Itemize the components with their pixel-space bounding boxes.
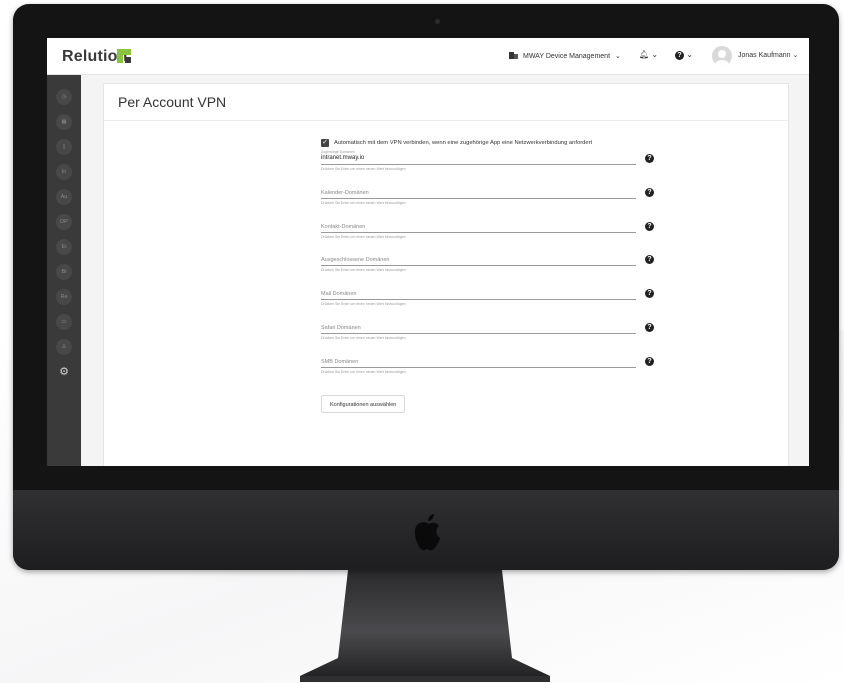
chevron-down-icon: ⌄	[615, 53, 621, 60]
grid-icon: ▦	[61, 119, 67, 125]
notifications-menu[interactable]: 🔔︎ ⌄	[639, 50, 658, 59]
input-underline	[321, 232, 636, 233]
field-placeholder: Kalender-Domänen	[321, 190, 369, 196]
vpn-panel: Per Account VPN ✓ Automatisch mit dem VP…	[103, 83, 789, 466]
mail-domains-field[interactable]: Mail Domänen Drücken Sie Enter um einen …	[321, 285, 661, 311]
chevron-down-icon: ⌄	[651, 50, 659, 59]
screen: Relution MWAY Device Management ⌄ 🔔︎ ⌄ ? …	[47, 38, 809, 466]
help-icon[interactable]: ?	[645, 289, 654, 298]
contact-domains-field[interactable]: Kontakt-Domänen Drücken Sie Enter um ein…	[321, 218, 661, 244]
field-placeholder: SMB Domänen	[321, 359, 359, 365]
divider	[104, 120, 788, 121]
gear-icon: ⚙	[59, 366, 69, 378]
user-icon: ♙	[61, 344, 67, 350]
user-silhouette-icon	[715, 50, 729, 66]
field-hint: Drücken Sie Enter um einen neuen Wert hi…	[321, 336, 406, 340]
field-hint: Drücken Sie Enter um einen neuen Wert hi…	[321, 167, 406, 171]
relution-logo-icon	[117, 49, 131, 63]
safari-domains-field[interactable]: Safari Domänen Drücken Sie Enter um eine…	[321, 319, 661, 345]
sidebar-item-au[interactable]: Au	[56, 189, 72, 205]
sidebar-item-users[interactable]: ♙	[56, 339, 72, 355]
avatar[interactable]	[712, 46, 732, 66]
help-icon[interactable]: ?	[645, 154, 654, 163]
chevron-down-icon: ⌄	[686, 50, 693, 59]
field-placeholder: Mail Domänen	[321, 291, 357, 297]
checkmark-icon: ✓	[322, 139, 328, 146]
top-bar: Relution MWAY Device Management ⌄ 🔔︎ ⌄ ? …	[47, 38, 809, 75]
page-title: Per Account VPN	[118, 94, 227, 110]
sidebar-item-re[interactable]: Re	[56, 289, 72, 305]
camera	[435, 19, 440, 24]
sidebar-item-devices[interactable]: ▯	[56, 139, 72, 155]
excluded-domains-field[interactable]: Ausgeschlossene Domänen Drücken Sie Ente…	[321, 251, 661, 277]
smb-domains-field[interactable]: SMB Domänen Drücken Sie Enter um einen n…	[321, 353, 661, 379]
input-underline	[321, 333, 636, 334]
input-underline	[321, 198, 636, 199]
input-underline	[321, 299, 636, 300]
organization-name: MWAY Device Management	[523, 53, 611, 60]
bell-icon: 🔔︎	[639, 50, 650, 59]
sidebar: ◷ ▦ ▯ In Au DP Ei Bi Re ▭ ♙ ⚙	[47, 75, 81, 466]
sidebar-item-settings[interactable]: ⚙	[56, 364, 72, 380]
calendar-domains-field[interactable]: Kalender-Domänen Drücken Sie Enter um ei…	[321, 184, 661, 210]
monitor-stand	[300, 570, 550, 682]
field-hint: Drücken Sie Enter um einen neuen Wert hi…	[321, 235, 406, 239]
auto-connect-checkbox[interactable]: ✓	[321, 139, 329, 147]
sidebar-item-dashboard[interactable]: ◷	[56, 89, 72, 105]
help-menu[interactable]: ? ⌄	[675, 50, 693, 60]
help-icon: ?	[675, 51, 684, 60]
chevron-down-icon: ⌄	[792, 52, 799, 59]
dashboard-icon: ◷	[61, 94, 67, 100]
sidebar-item-in[interactable]: In	[56, 164, 72, 180]
auto-connect-label: Automatisch mit dem VPN verbinden, wenn …	[334, 140, 593, 146]
input-underline	[321, 367, 636, 368]
field-placeholder: Safari Domänen	[321, 325, 361, 331]
sidebar-item-ei[interactable]: Ei	[56, 239, 72, 255]
field-placeholder: Ausgeschlossene Domänen	[321, 257, 390, 263]
sidebar-item-inbox[interactable]: ▭	[56, 314, 72, 330]
sidebar-item-apps[interactable]: ▦	[56, 114, 72, 130]
input-underline	[321, 265, 636, 266]
sidebar-item-bi[interactable]: Bi	[56, 264, 72, 280]
field-placeholder: Kontakt-Domänen	[321, 224, 366, 230]
help-icon[interactable]: ?	[645, 255, 654, 264]
field-label: Zugehörige Domänen	[321, 150, 355, 154]
building-icon	[509, 52, 518, 59]
device-icon: ▯	[62, 144, 66, 150]
select-configurations-button[interactable]: Konfigurationen auswählen	[321, 395, 406, 413]
associated-domains-field[interactable]: Zugehörige Domänen intranet.mway.io Drüc…	[321, 150, 661, 176]
auto-connect-row: ✓ Automatisch mit dem VPN verbinden, wen…	[321, 139, 661, 149]
organization-selector[interactable]: MWAY Device Management ⌄	[509, 51, 621, 60]
user-name: Jonas Kaufmann	[738, 52, 791, 59]
apple-logo-icon	[414, 514, 440, 551]
help-icon[interactable]: ?	[645, 222, 654, 231]
field-hint: Drücken Sie Enter um einen neuen Wert hi…	[321, 268, 406, 272]
help-icon[interactable]: ?	[645, 323, 654, 332]
field-value: intranet.mway.io	[321, 155, 365, 161]
field-hint: Drücken Sie Enter um einen neuen Wert hi…	[321, 370, 406, 374]
inbox-icon: ▭	[61, 319, 67, 325]
field-hint: Drücken Sie Enter um einen neuen Wert hi…	[321, 302, 406, 306]
vpn-form: ✓ Automatisch mit dem VPN verbinden, wen…	[321, 139, 661, 413]
field-hint: Drücken Sie Enter um einen neuen Wert hi…	[321, 201, 406, 205]
input-underline	[321, 164, 636, 165]
help-icon[interactable]: ?	[645, 188, 654, 197]
user-menu[interactable]: Jonas Kaufmann ⌄	[738, 51, 798, 59]
sidebar-item-dp[interactable]: DP	[56, 214, 72, 230]
help-icon[interactable]: ?	[645, 357, 654, 366]
